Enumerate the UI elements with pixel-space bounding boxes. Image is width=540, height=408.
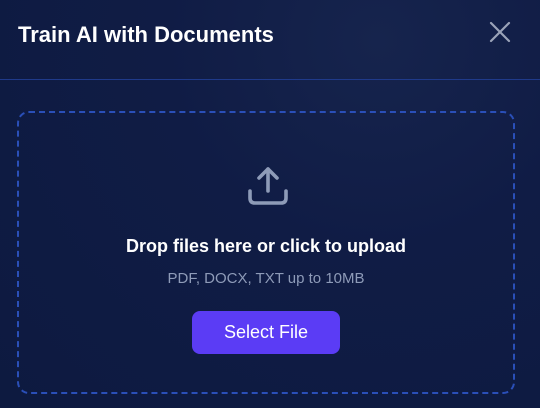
file-dropzone[interactable]: Drop files here or click to upload PDF, …: [17, 111, 515, 394]
drop-instructions: Drop files here or click to upload: [125, 236, 407, 256]
select-file-button[interactable]: Select File: [192, 311, 340, 354]
file-type-hint: PDF, DOCX, TXT up to 10MB: [167, 270, 365, 287]
close-icon: [489, 21, 511, 43]
dialog-title: Train AI with Documents: [18, 22, 274, 47]
close-button[interactable]: [488, 20, 512, 44]
train-ai-dialog: Train AI with Documents Drop files here …: [0, 0, 540, 408]
dialog-header: Train AI with Documents: [0, 0, 540, 80]
upload-icon: [248, 167, 288, 205]
